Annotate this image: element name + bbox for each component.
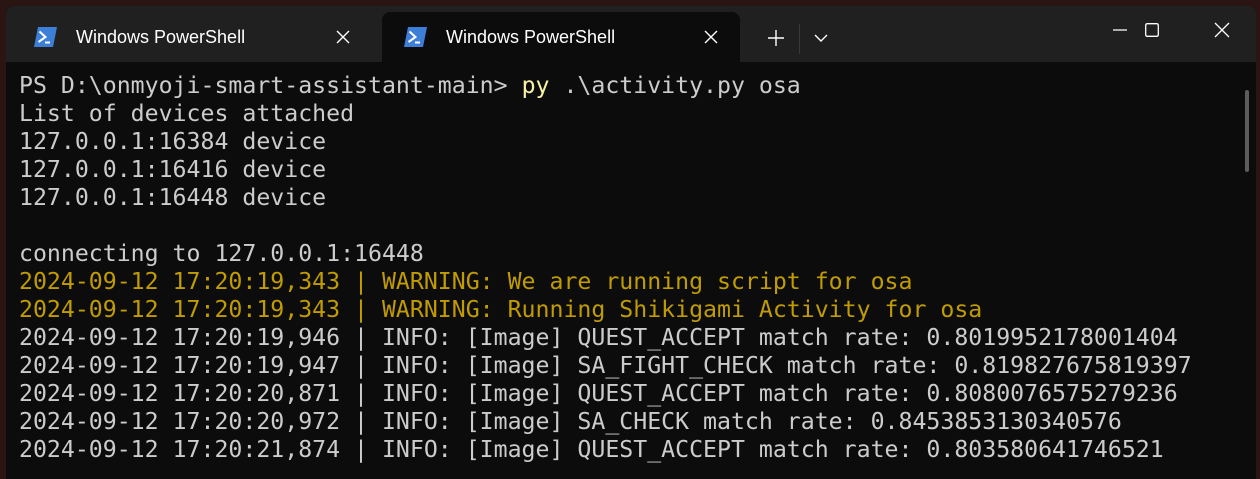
terminal-output[interactable]: PS D:\onmyoji-smart-assistant-main> py .… (6, 62, 1256, 479)
tab-separator (799, 24, 800, 54)
close-icon[interactable] (332, 26, 354, 48)
tab-title: Windows PowerShell (446, 26, 616, 47)
close-icon (1214, 22, 1230, 38)
title-bar: Windows PowerShell Windows PowerShell (6, 6, 1256, 62)
info-line: 2024-09-12 17:20:19,947 | INFO: [Image] … (19, 352, 1192, 379)
plus-icon (768, 30, 784, 46)
output-line: 127.0.0.1:16416 device (19, 156, 327, 183)
new-tab-button[interactable] (760, 22, 792, 54)
output-line: 127.0.0.1:16384 device (19, 128, 327, 155)
powershell-icon (34, 27, 57, 47)
prompt: PS D:\onmyoji-smart-assistant-main> (19, 72, 522, 99)
warning-line: 2024-09-12 17:20:19,343 | WARNING: Runni… (19, 296, 983, 323)
output-line: List of devices attached (19, 100, 355, 127)
prompt-line: PS D:\onmyoji-smart-assistant-main> py .… (19, 72, 1256, 100)
command-arguments: .\activity.py osa (549, 72, 801, 99)
tab-powershell-2[interactable]: Windows PowerShell (382, 12, 740, 62)
warning-line: 2024-09-12 17:20:19,343 | WARNING: We ar… (19, 268, 913, 295)
terminal-window: Windows PowerShell Windows PowerShell PS… (6, 6, 1256, 479)
tab-title: Windows PowerShell (76, 26, 246, 47)
info-line: 2024-09-12 17:20:20,972 | INFO: [Image] … (19, 408, 1122, 435)
info-line: 2024-09-12 17:20:21,874 | INFO: [Image] … (19, 436, 1164, 463)
info-line: 2024-09-12 17:20:20,871 | INFO: [Image] … (19, 380, 1178, 407)
powershell-icon (404, 27, 427, 47)
command-executable: py (521, 72, 550, 99)
info-line: 2024-09-12 17:20:19,946 | INFO: [Image] … (19, 324, 1178, 351)
output-line: connecting to 127.0.0.1:16448 (19, 240, 424, 267)
close-icon[interactable] (700, 26, 722, 48)
tab-powershell-1[interactable]: Windows PowerShell (12, 12, 372, 62)
vertical-scrollbar[interactable] (1245, 90, 1249, 172)
maximize-button[interactable] (1118, 6, 1186, 54)
close-window-button[interactable] (1188, 6, 1256, 54)
maximize-icon (1145, 23, 1159, 37)
output-line: 127.0.0.1:16448 device (19, 184, 327, 211)
tab-dropdown-button[interactable] (806, 22, 836, 54)
chevron-down-icon (814, 34, 828, 42)
